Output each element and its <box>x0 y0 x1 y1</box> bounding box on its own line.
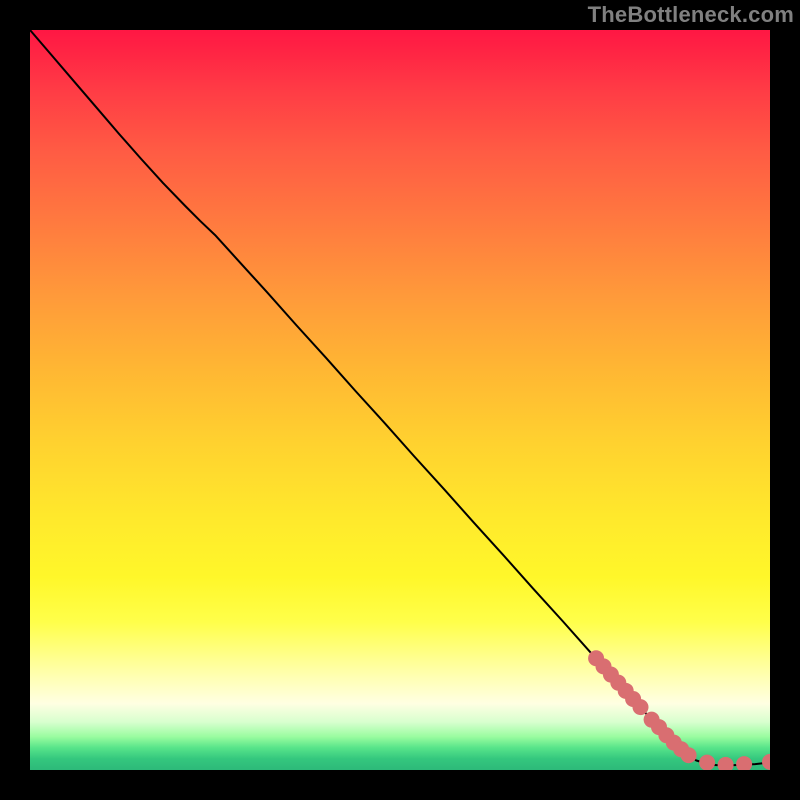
data-point <box>699 755 715 770</box>
chart-svg <box>30 30 770 770</box>
data-point <box>681 747 697 763</box>
data-point <box>762 754 770 770</box>
data-point <box>718 757 734 770</box>
plot-area <box>30 30 770 770</box>
data-point <box>633 699 649 715</box>
watermark-text: TheBottleneck.com <box>588 2 794 28</box>
data-point <box>736 756 752 770</box>
curve-line <box>30 30 770 766</box>
